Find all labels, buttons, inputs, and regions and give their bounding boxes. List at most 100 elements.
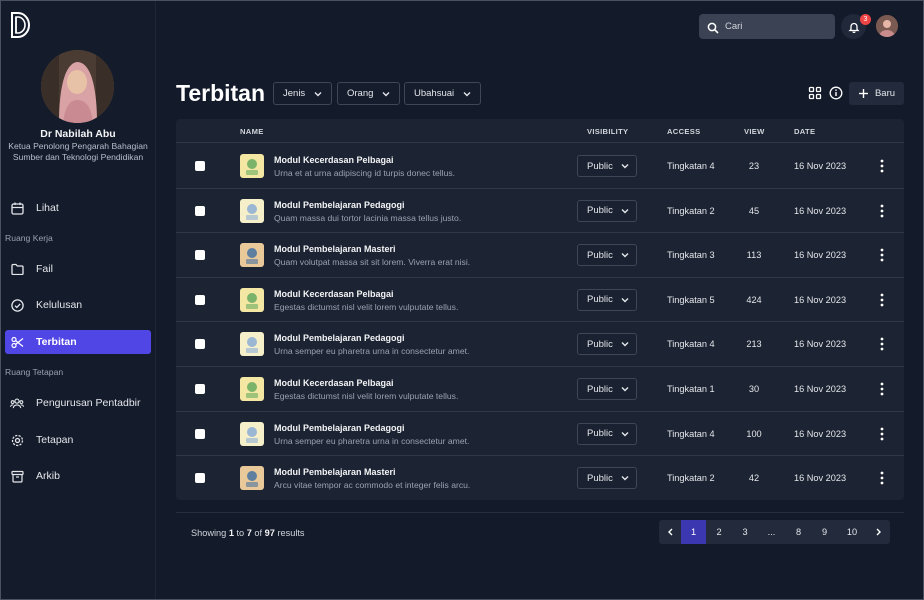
more-vertical-icon[interactable] bbox=[876, 381, 888, 397]
more-vertical-icon[interactable] bbox=[876, 292, 888, 308]
visibility-dropdown[interactable]: Public bbox=[577, 467, 637, 490]
row-checkbox[interactable] bbox=[195, 205, 205, 216]
visibility-dropdown[interactable]: Public bbox=[577, 422, 637, 445]
page-button[interactable]: 3 bbox=[732, 520, 758, 544]
sidebar: Dr Nabilah Abu Ketua Penolong Pengarah B… bbox=[0, 0, 156, 600]
search-input[interactable] bbox=[725, 21, 825, 32]
row-checkbox[interactable] bbox=[195, 384, 205, 394]
page-title: Terbitan bbox=[176, 80, 266, 106]
column-name[interactable]: NAME bbox=[240, 127, 264, 136]
table-row[interactable]: Modul Pembelajaran Masteri Arcu vitae tem… bbox=[176, 456, 904, 500]
column-view[interactable]: VIEW bbox=[744, 127, 765, 136]
table-row[interactable]: Modul Pembelajaran Pedagogi Quam massa du… bbox=[176, 189, 904, 234]
row-checkbox[interactable] bbox=[195, 428, 205, 439]
bell-icon bbox=[847, 22, 860, 33]
more-vertical-icon[interactable] bbox=[876, 247, 888, 263]
sidebar-item-lihat[interactable]: Lihat bbox=[5, 196, 151, 220]
sidebar-item-label: Terbitan bbox=[36, 336, 77, 348]
page-button[interactable]: 9 bbox=[812, 520, 837, 544]
more-vertical-icon[interactable] bbox=[876, 203, 888, 219]
view-count: 45 bbox=[748, 205, 760, 216]
module-title[interactable]: Modul Pembelajaran Masteri bbox=[274, 467, 396, 477]
visibility-dropdown[interactable]: Public bbox=[577, 155, 637, 177]
visibility-dropdown[interactable]: Public bbox=[577, 244, 637, 267]
chevron-down-icon bbox=[621, 253, 629, 258]
module-title[interactable]: Modul Kecerdasan Pelbagai bbox=[274, 155, 394, 165]
more-vertical-icon[interactable] bbox=[876, 426, 888, 442]
row-checkbox[interactable] bbox=[195, 339, 205, 350]
row-checkbox[interactable] bbox=[195, 250, 205, 261]
table-row[interactable]: Modul Pembelajaran Pedagogi Urna semper e… bbox=[176, 412, 904, 457]
sidebar-item-kelulusan[interactable]: Kelulusan bbox=[5, 293, 151, 317]
module-description: Quam volutpat massa sit sit lorem. Viver… bbox=[274, 257, 471, 268]
module-description: Egestas dictumst nisl velit lorem vulput… bbox=[274, 391, 459, 401]
table-row[interactable]: Modul Kecerdasan Pelbagai Egestas dictums… bbox=[176, 278, 904, 323]
page-button[interactable]: 1 bbox=[681, 520, 706, 544]
filter-ubahsuai-dropdown[interactable]: Ubahsuai bbox=[404, 82, 482, 105]
more-vertical-icon[interactable] bbox=[876, 158, 888, 174]
publish-date: 16 Nov 2023 bbox=[794, 384, 847, 394]
next-page-button[interactable] bbox=[867, 520, 890, 544]
row-checkbox[interactable] bbox=[195, 161, 205, 171]
page-button[interactable]: 8 bbox=[785, 520, 812, 544]
sidebar-item-tetapan[interactable]: Tetapan bbox=[5, 428, 151, 452]
calendar-icon bbox=[10, 201, 24, 215]
column-date[interactable]: DATE bbox=[794, 127, 815, 136]
page-button[interactable]: 2 bbox=[706, 520, 732, 544]
filter-label: Orang bbox=[347, 88, 374, 99]
sidebar-item-fail[interactable]: Fail bbox=[5, 257, 151, 281]
results-from: 1 bbox=[228, 528, 234, 538]
sidebar-item-arkib[interactable]: Arkib bbox=[5, 464, 151, 488]
visibility-dropdown[interactable]: Public bbox=[577, 199, 637, 222]
results-label: results bbox=[277, 528, 305, 538]
sidebar-item-terbitan[interactable]: Terbitan bbox=[5, 330, 151, 354]
publications-table: NAME VISIBILITY ACCESS VIEW DATE Modul K… bbox=[176, 119, 904, 500]
sidebar-item-label: Fail bbox=[36, 263, 53, 275]
publish-date: 16 Nov 2023 bbox=[794, 250, 847, 261]
app-logo[interactable] bbox=[10, 12, 34, 38]
grid-view-icon[interactable] bbox=[808, 86, 822, 100]
sidebar-item-pengurusan-pentadbir[interactable]: Pengurusan Pentadbir bbox=[5, 391, 151, 415]
access-level: Tingkatan 2 bbox=[667, 473, 715, 484]
user-avatar[interactable] bbox=[876, 15, 898, 37]
visibility-value: Public bbox=[587, 294, 613, 306]
results-to-label: to bbox=[236, 528, 245, 538]
visibility-dropdown[interactable]: Public bbox=[577, 378, 637, 400]
more-vertical-icon[interactable] bbox=[876, 336, 888, 352]
page-button[interactable]: 10 bbox=[837, 520, 867, 544]
visibility-value: Public bbox=[587, 383, 613, 395]
module-title[interactable]: Modul Pembelajaran Pedagogi bbox=[274, 200, 405, 210]
module-title[interactable]: Modul Pembelajaran Pedagogi bbox=[274, 423, 405, 433]
access-level: Tingkatan 4 bbox=[667, 428, 715, 439]
access-level: Tingkatan 4 bbox=[667, 161, 715, 171]
filter-orang-dropdown[interactable]: Orang bbox=[337, 82, 401, 105]
table-row[interactable]: Modul Pembelajaran Pedagogi Urna semper e… bbox=[176, 322, 904, 367]
profile-avatar[interactable] bbox=[41, 50, 114, 123]
table-row[interactable]: Modul Pembelajaran Masteri Quam volutpat … bbox=[176, 233, 904, 278]
module-title[interactable]: Modul Pembelajaran Pedagogi bbox=[274, 333, 405, 343]
module-title[interactable]: Modul Kecerdasan Pelbagai bbox=[274, 378, 394, 388]
access-level: Tingkatan 1 bbox=[667, 384, 715, 394]
filter-label: Jenis bbox=[283, 88, 306, 99]
module-thumbnail bbox=[240, 198, 264, 223]
pagination: 1 2 3 ... 8 9 10 bbox=[659, 520, 890, 544]
access-level: Tingkatan 2 bbox=[667, 205, 715, 216]
filter-jenis-dropdown[interactable]: Jenis bbox=[273, 82, 333, 105]
search-box[interactable] bbox=[699, 14, 835, 39]
visibility-dropdown[interactable]: Public bbox=[577, 288, 637, 311]
column-visibility[interactable]: VISIBILITY bbox=[587, 127, 628, 136]
sidebar-item-label: Tetapan bbox=[36, 434, 74, 446]
info-icon[interactable] bbox=[829, 86, 843, 100]
visibility-dropdown[interactable]: Public bbox=[577, 333, 637, 356]
table-row[interactable]: Modul Kecerdasan Pelbagai Urna et at urna… bbox=[176, 144, 904, 189]
table-row[interactable]: Modul Kecerdasan Pelbagai Egestas dictums… bbox=[176, 367, 904, 412]
row-checkbox[interactable] bbox=[195, 294, 205, 305]
more-vertical-icon[interactable] bbox=[876, 470, 888, 486]
column-access[interactable]: ACCESS bbox=[667, 127, 700, 136]
row-checkbox[interactable] bbox=[195, 473, 205, 484]
new-button[interactable]: Baru bbox=[849, 82, 904, 105]
prev-page-button[interactable] bbox=[659, 520, 681, 544]
visibility-value: Public bbox=[587, 249, 613, 261]
module-title[interactable]: Modul Pembelajaran Masteri bbox=[274, 244, 396, 254]
module-title[interactable]: Modul Kecerdasan Pelbagai bbox=[274, 289, 394, 299]
